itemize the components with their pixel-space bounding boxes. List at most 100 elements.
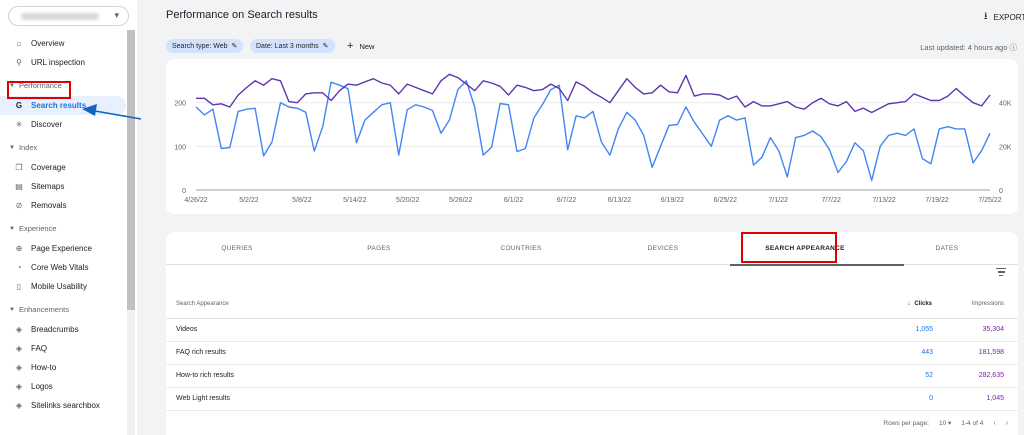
section-experience[interactable]: ▼ Experience: [0, 218, 126, 239]
rows-per-page-label: Rows per page:: [883, 419, 929, 427]
x-tick-label: 7/7/22: [821, 197, 841, 204]
rows-per-page-select[interactable]: 10 ▾: [939, 419, 951, 427]
filter-icon[interactable]: [996, 268, 1006, 278]
file-copy-icon: ❐: [15, 163, 23, 172]
y-left-tick-label: 0: [182, 188, 186, 195]
row-impressions: 1,045: [986, 395, 1004, 402]
row-name: FAQ rich results: [176, 349, 226, 356]
tab-countries[interactable]: COUNTRIES: [450, 232, 592, 265]
x-tick-label: 6/1/22: [504, 197, 524, 204]
sidebar-item-label: Page Experience: [31, 244, 92, 253]
sidebar-item-core-web-vitals[interactable]: ◔ Core Web Vitals: [0, 258, 126, 277]
x-tick-label: 7/1/22: [769, 197, 789, 204]
help-icon[interactable]: ⓘ: [1010, 43, 1018, 52]
x-tick-label: 5/2/22: [239, 197, 259, 204]
section-index[interactable]: ▼ Index: [0, 137, 126, 158]
page-title: Performance on Search results: [166, 9, 318, 21]
sidebar-item-faq[interactable]: ◈ FAQ: [0, 339, 126, 358]
export-label: EXPORT: [993, 13, 1024, 22]
y-right-tick-label: 0: [999, 188, 1003, 195]
date-chip[interactable]: Date: Last 3 months ✎: [250, 39, 335, 53]
sidebar-item-label: FAQ: [31, 344, 48, 353]
annotation-arrow-icon: [82, 104, 142, 120]
y-right-tick-label: 20K: [999, 144, 1012, 151]
export-button[interactable]: ⭳ EXPORT: [984, 9, 1024, 26]
sort-arrow-down-icon: ↓: [907, 301, 911, 307]
series-line-impressions: [196, 73, 991, 114]
x-tick-label: 5/8/22: [292, 197, 312, 204]
pencil-icon: ✎: [322, 43, 329, 50]
download-icon: ⭳: [984, 11, 988, 22]
y-left-tick-label: 100: [174, 144, 186, 151]
x-tick-label: 6/7/22: [557, 197, 577, 204]
plus-icon: +: [347, 40, 354, 52]
x-tick-label: 6/19/22: [661, 197, 684, 204]
layers-icon: ◈: [15, 401, 23, 410]
x-tick-label: 5/14/22: [343, 197, 366, 204]
table-row[interactable]: Web Light results 0 1,045: [166, 388, 1018, 411]
section-enhancements[interactable]: ▼ Enhancements: [0, 299, 126, 320]
sidebar-item-label: Sitelinks searchbox: [31, 401, 100, 410]
sidebar-item-sitemaps[interactable]: ▤ Sitemaps: [0, 177, 126, 196]
sidebar-item-logos[interactable]: ◈ Logos: [0, 377, 126, 396]
row-impressions: 35,304: [982, 326, 1004, 333]
sidebar-item-removals[interactable]: ⊘ Removals: [0, 196, 126, 215]
layers-icon: ◈: [15, 325, 23, 334]
column-header-search-appearance[interactable]: Search Appearance: [176, 301, 229, 307]
sidebar-item-how-to[interactable]: ◈ How-to: [0, 358, 126, 377]
table-row[interactable]: How-to rich results 52 282,635: [166, 365, 1018, 388]
sidebar-item-mobile-usability[interactable]: ▯ Mobile Usability: [0, 277, 126, 296]
sidebar-item-label: Sitemaps: [31, 182, 65, 191]
section-label: Experience: [18, 224, 57, 233]
row-impressions: 181,598: [978, 349, 1004, 356]
x-tick-label: 4/26/22: [184, 197, 207, 204]
series-line-clicks: [195, 80, 991, 182]
section-label: Index: [18, 143, 38, 152]
row-clicks: 52: [925, 372, 933, 379]
column-header-clicks-label: Clicks: [914, 301, 932, 307]
page-range: 1-4 of 4: [961, 419, 984, 427]
row-clicks: 1,055: [915, 326, 933, 333]
date-label: Date: Last 3 months: [256, 42, 319, 50]
table-row[interactable]: Videos 1,055 35,304: [166, 319, 1018, 342]
sidebar-item-sitelinks-searchbox[interactable]: ◈ Sitelinks searchbox: [0, 396, 126, 415]
sidebar-item-coverage[interactable]: ❐ Coverage: [0, 158, 126, 177]
new-filter-button[interactable]: + New: [347, 39, 374, 53]
sidebar-item-label: Mobile Usability: [31, 282, 88, 291]
x-tick-label: 6/25/22: [714, 197, 737, 204]
tab-dates[interactable]: DATES: [876, 232, 1018, 265]
pagination: Rows per page: 10 ▾ 1-4 of 4 ‹ ›: [883, 419, 1008, 428]
rows-per-page-value: 10: [938, 420, 947, 427]
sidebar-item-page-experience[interactable]: ⊕ Page Experience: [0, 239, 126, 258]
layers-icon: ◈: [15, 363, 23, 372]
section-label: Enhancements: [18, 305, 69, 314]
table-row[interactable]: FAQ rich results 443 181,598: [166, 342, 1018, 365]
row-clicks: 0: [929, 395, 933, 402]
tab-pages[interactable]: PAGES: [308, 232, 450, 265]
sitemap-icon: ▤: [15, 182, 23, 191]
layers-icon: ◈: [15, 382, 23, 391]
plus-circle-icon: ⊕: [15, 244, 23, 253]
tab-devices[interactable]: DEVICES: [592, 232, 734, 265]
sidebar-item-label: Removals: [31, 201, 67, 210]
row-impressions: 282,635: [978, 372, 1004, 379]
layers-icon: ◈: [15, 344, 23, 353]
sidebar-item-breadcrumbs[interactable]: ◈ Breadcrumbs: [0, 320, 126, 339]
search-type-chip[interactable]: Search type: Web ✎: [166, 39, 244, 53]
x-tick-label: 7/19/22: [925, 197, 948, 204]
x-tick-label: 5/26/22: [449, 197, 472, 204]
eye-off-icon: ⊘: [15, 201, 23, 210]
x-tick-label: 5/20/22: [396, 197, 419, 204]
chevron-right-icon[interactable]: ›: [1006, 420, 1008, 427]
performance-chart: 0 100 200 0 20K 40K 4/26/22 5/2/22 5/8/22 5/14/…: [174, 73, 1012, 204]
sidebar-item-label: How-to: [31, 363, 57, 372]
x-tick-label: 7/25/22: [978, 197, 1001, 204]
dimension-tabs: QUERIES PAGES COUNTRIES DEVICES SEARCH A…: [166, 232, 1018, 266]
sidebar-item-label: Logos: [31, 382, 53, 391]
search-appearance-highlight-box: [741, 232, 837, 263]
column-header-impressions[interactable]: Impressions: [972, 301, 1004, 307]
column-header-clicks[interactable]: ↓ Clicks: [907, 301, 932, 307]
tab-queries[interactable]: QUERIES: [166, 232, 308, 265]
chevron-left-icon[interactable]: ‹: [993, 420, 995, 427]
row-name: Videos: [176, 326, 198, 333]
